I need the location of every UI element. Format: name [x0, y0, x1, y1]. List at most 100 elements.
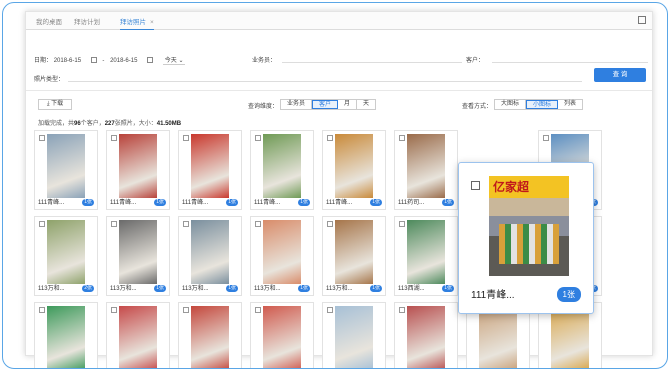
select-checkbox[interactable] — [111, 221, 117, 227]
store-photo-thumbnail[interactable] — [191, 134, 229, 198]
store-photo-thumbnail[interactable] — [119, 134, 157, 198]
select-checkbox[interactable] — [327, 135, 333, 141]
store-photo-thumbnail[interactable] — [47, 220, 85, 284]
store-photo-thumbnail[interactable] — [479, 306, 517, 368]
photo-card[interactable] — [178, 302, 242, 368]
salesman-input[interactable] — [282, 62, 462, 63]
photo-card[interactable]: 113万和... 1张 — [106, 216, 170, 296]
photo-count-badge[interactable]: 1张 — [226, 285, 238, 292]
store-photo-thumbnail[interactable] — [47, 134, 85, 198]
select-checkbox[interactable] — [39, 307, 45, 313]
photo-card[interactable] — [322, 302, 386, 368]
dimension-label: 查询维度： — [248, 104, 279, 110]
period-select[interactable]: 今天 ⌄ — [162, 55, 186, 65]
select-checkbox[interactable] — [327, 307, 333, 313]
select-checkbox[interactable] — [39, 221, 45, 227]
date-end[interactable]: 2018-6-15 — [110, 58, 137, 64]
select-checkbox[interactable] — [111, 135, 117, 141]
photo-card[interactable]: 113万和... 2张 — [34, 216, 98, 296]
select-checkbox[interactable] — [183, 221, 189, 227]
maximize-icon[interactable] — [638, 16, 646, 24]
store-photo-thumbnail[interactable] — [335, 134, 373, 198]
photo-customer-name: 111青峰... — [110, 200, 137, 206]
photo-count-badge[interactable]: 1张 — [154, 285, 166, 292]
photo-count-badge[interactable]: 1张 — [154, 199, 166, 206]
photo-card[interactable] — [250, 302, 314, 368]
select-checkbox[interactable] — [399, 221, 405, 227]
calendar-icon[interactable] — [90, 57, 97, 64]
photo-card[interactable]: 111青峰... 1张 — [178, 130, 242, 210]
select-checkbox[interactable] — [255, 307, 261, 313]
store-photo-thumbnail[interactable] — [263, 306, 301, 368]
tab-desktop[interactable]: 我的桌面 — [36, 16, 62, 26]
photo-card[interactable]: 111青峰... 1张 — [322, 130, 386, 210]
photo-count-badge[interactable]: 1张 — [556, 287, 581, 302]
select-checkbox[interactable] — [543, 135, 549, 141]
store-photo-thumbnail[interactable] — [47, 306, 85, 368]
photo-card[interactable]: 111青峰... 1张 — [34, 130, 98, 210]
customer-input[interactable] — [492, 62, 648, 63]
photo-card[interactable] — [34, 302, 98, 368]
photo-preview-popup[interactable]: 亿家超 111青峰... 1张 — [458, 162, 594, 314]
dimension-option-day[interactable]: 天 — [357, 100, 375, 109]
photo-card[interactable]: 113西湖... 1张 — [394, 216, 458, 296]
photo-card[interactable]: 113万和... 1张 — [322, 216, 386, 296]
select-checkbox[interactable] — [471, 181, 480, 190]
store-photo-thumbnail[interactable] — [407, 220, 445, 284]
tab-visit-photos[interactable]: 拜访照片 × — [120, 16, 154, 30]
summary-size: 41.50MB — [156, 121, 182, 127]
view-option-small[interactable]: 小图标 — [526, 100, 559, 109]
photo-count-badge[interactable]: 1张 — [82, 199, 94, 206]
view-option-large[interactable]: 大图标 — [495, 100, 527, 109]
photo-count-badge[interactable]: 1张 — [442, 199, 454, 206]
select-checkbox[interactable] — [183, 307, 189, 313]
select-checkbox[interactable] — [255, 135, 261, 141]
summary-prefix: 加载完成，共 — [38, 121, 75, 127]
view-label: 查看方式： — [462, 104, 493, 110]
calendar-icon[interactable] — [147, 57, 154, 64]
photo-card[interactable]: 113万和... 1张 — [178, 216, 242, 296]
photo-card[interactable]: 111药司... 1张 — [394, 130, 458, 210]
photo-card[interactable] — [394, 302, 458, 368]
photo-card[interactable] — [106, 302, 170, 368]
photo-count-badge[interactable]: 1张 — [226, 199, 238, 206]
store-photo-thumbnail[interactable] — [191, 306, 229, 368]
photo-count-badge[interactable]: 1张 — [298, 199, 310, 206]
store-photo-thumbnail[interactable] — [119, 220, 157, 284]
store-photo-thumbnail[interactable] — [335, 220, 373, 284]
download-button[interactable]: ⤓ 下载 — [38, 99, 72, 110]
select-checkbox[interactable] — [255, 221, 261, 227]
store-photo-thumbnail[interactable] — [119, 306, 157, 368]
dimension-option-salesman[interactable]: 业务员 — [281, 100, 313, 109]
store-photo-thumbnail[interactable] — [551, 306, 589, 368]
select-checkbox[interactable] — [399, 135, 405, 141]
store-photo-thumbnail[interactable] — [263, 220, 301, 284]
close-icon[interactable]: × — [150, 19, 154, 26]
dimension-option-month[interactable]: 月 — [338, 100, 358, 109]
store-photo-thumbnail[interactable] — [407, 306, 445, 368]
store-photo-thumbnail[interactable] — [407, 134, 445, 198]
select-checkbox[interactable] — [183, 135, 189, 141]
view-option-list[interactable]: 列表 — [558, 100, 582, 109]
photo-card[interactable]: 113万和... 1张 — [250, 216, 314, 296]
tab-visit-plan[interactable]: 拜访计划 — [74, 16, 100, 26]
store-photo-thumbnail[interactable] — [335, 306, 373, 368]
store-photo-thumbnail[interactable] — [191, 220, 229, 284]
store-photo-thumbnail[interactable] — [263, 134, 301, 198]
select-checkbox[interactable] — [399, 307, 405, 313]
query-button[interactable]: 查 询 — [594, 68, 646, 82]
select-checkbox[interactable] — [327, 221, 333, 227]
date-start[interactable]: 2018-6-15 — [54, 58, 81, 64]
select-checkbox[interactable] — [39, 135, 45, 141]
photo-count-badge[interactable]: 1张 — [370, 285, 382, 292]
photo-card[interactable]: 111青峰... 1张 — [106, 130, 170, 210]
photo-count-badge[interactable]: 1张 — [442, 285, 454, 292]
load-summary: 加载完成，共96个客户，227张照片，大小：41.50MB — [38, 118, 181, 127]
select-checkbox[interactable] — [111, 307, 117, 313]
dimension-option-customer[interactable]: 客户 — [312, 100, 339, 109]
photo-count-badge[interactable]: 1张 — [370, 199, 382, 206]
photo-count-badge[interactable]: 2张 — [82, 285, 94, 292]
photo-count-badge[interactable]: 1张 — [298, 285, 310, 292]
photo-card[interactable]: 111青峰... 1张 — [250, 130, 314, 210]
photo-type-input[interactable] — [68, 81, 582, 82]
